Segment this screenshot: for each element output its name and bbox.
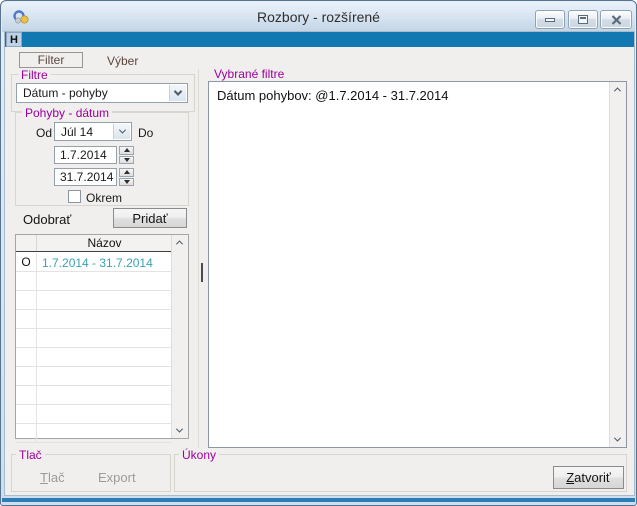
date-from-field[interactable] [54,146,117,164]
tlac-button-rest: lač [48,470,65,485]
tlac-button[interactable]: Tlač [40,470,65,485]
chevron-down-icon [174,87,182,95]
table-row-empty[interactable] [16,386,172,405]
table-row-empty[interactable] [16,367,172,386]
toolbar-strip [5,32,634,47]
spin-up-icon [124,148,130,152]
zatvorit-button[interactable]: Zatvoriť [553,466,624,489]
export-button[interactable]: Export [98,470,136,485]
h-button[interactable]: H [6,32,22,47]
selected-filters-panel[interactable]: Dátum pohybov: @1.7.2014 - 31.7.2014 [208,81,627,448]
filter-type-combobox[interactable]: Dátum - pohyby [16,83,188,103]
row-name: 1.7.2014 - 31.7.2014 [42,256,153,270]
tlac-group-label: Tlač [16,448,45,462]
row-marker [16,329,37,347]
table-scrollbar[interactable] [171,235,188,438]
odobrat-button[interactable]: Odobrať [23,212,71,227]
pridat-button[interactable]: Pridať [113,208,187,228]
table-header-marker-column [16,235,37,251]
close-icon [611,15,622,25]
row-marker [16,291,37,309]
table-row[interactable]: O 1.7.2014 - 31.7.2014 [16,253,172,272]
scroll-up-icon[interactable] [614,87,621,94]
row-marker [16,272,37,290]
filter-type-dropdown-button[interactable] [169,85,186,101]
spin-down-button[interactable] [119,178,134,187]
minimize-button[interactable] [535,10,565,29]
splitter-handle[interactable] [201,263,203,282]
month-value: Júl 14 [61,125,93,139]
date-to-spinner[interactable] [119,168,134,186]
do-label: Do [138,126,153,140]
vybrane-filtre-label: Vybrané filtre [211,67,287,81]
zatvorit-button-accel: Z [566,470,574,485]
filter-type-value: Dátum - pohyby [23,86,108,100]
scroll-up-icon[interactable] [176,240,183,247]
maximize-icon [578,15,588,24]
window-frame-band [2,498,635,502]
month-dropdown-button[interactable] [113,124,130,139]
scroll-down-icon[interactable] [614,435,621,442]
date-to-field[interactable] [54,168,117,186]
tlac-button-accel: T [40,470,48,485]
od-label: Od [36,126,52,140]
month-combobox[interactable]: Júl 14 [54,122,132,141]
table-header: Názov [16,235,172,252]
table-row-empty[interactable] [16,348,172,367]
row-marker [16,348,37,366]
panel-divider [198,69,199,448]
chevron-down-icon [118,127,125,134]
table-row-empty[interactable] [16,329,172,348]
spin-up-icon [124,170,130,174]
table-row-empty[interactable] [16,272,172,291]
minimize-icon [545,18,555,22]
spin-down-icon [124,180,130,184]
ukony-group-label: Úkony [179,448,219,462]
table-row-empty[interactable] [16,310,172,329]
tab-filter[interactable]: Filter [19,52,83,68]
filtre-group-label: Filtre [18,68,51,82]
table-row-empty[interactable] [16,405,172,424]
zatvorit-button-rest: atvoriť [574,470,611,485]
filter-list-table[interactable]: Názov O 1.7.2014 - 31.7.2014 [15,234,189,439]
selected-filters-text: Dátum pohybov: @1.7.2014 - 31.7.2014 [217,88,602,103]
table-header-nazov: Názov [37,236,172,250]
row-marker [16,310,37,328]
pohyby-group-label: Pohyby - dátum [22,106,112,120]
row-marker [16,367,37,385]
table-row-empty[interactable] [16,424,172,443]
row-marker [16,424,37,442]
table-row-empty[interactable] [16,291,172,310]
dialog-window: Rozbory - rozšírené H Filter Výber Filtr… [0,0,637,506]
spin-up-button[interactable] [119,168,134,177]
close-button[interactable] [600,10,632,29]
spin-down-button[interactable] [119,156,134,165]
panel-scrollbar[interactable] [609,82,626,447]
spin-up-button[interactable] [119,146,134,155]
title-bar[interactable]: Rozbory - rozšírené [2,2,635,32]
okrem-label: Okrem [86,191,122,205]
row-marker [16,386,37,404]
spin-down-icon [124,158,130,162]
row-marker [16,405,37,423]
okrem-checkbox[interactable] [68,190,81,203]
scroll-down-icon[interactable] [176,426,183,433]
row-marker: O [16,253,37,271]
maximize-button[interactable] [568,10,598,29]
date-from-spinner[interactable] [119,146,134,164]
tab-vyber[interactable]: Výber [107,54,138,68]
